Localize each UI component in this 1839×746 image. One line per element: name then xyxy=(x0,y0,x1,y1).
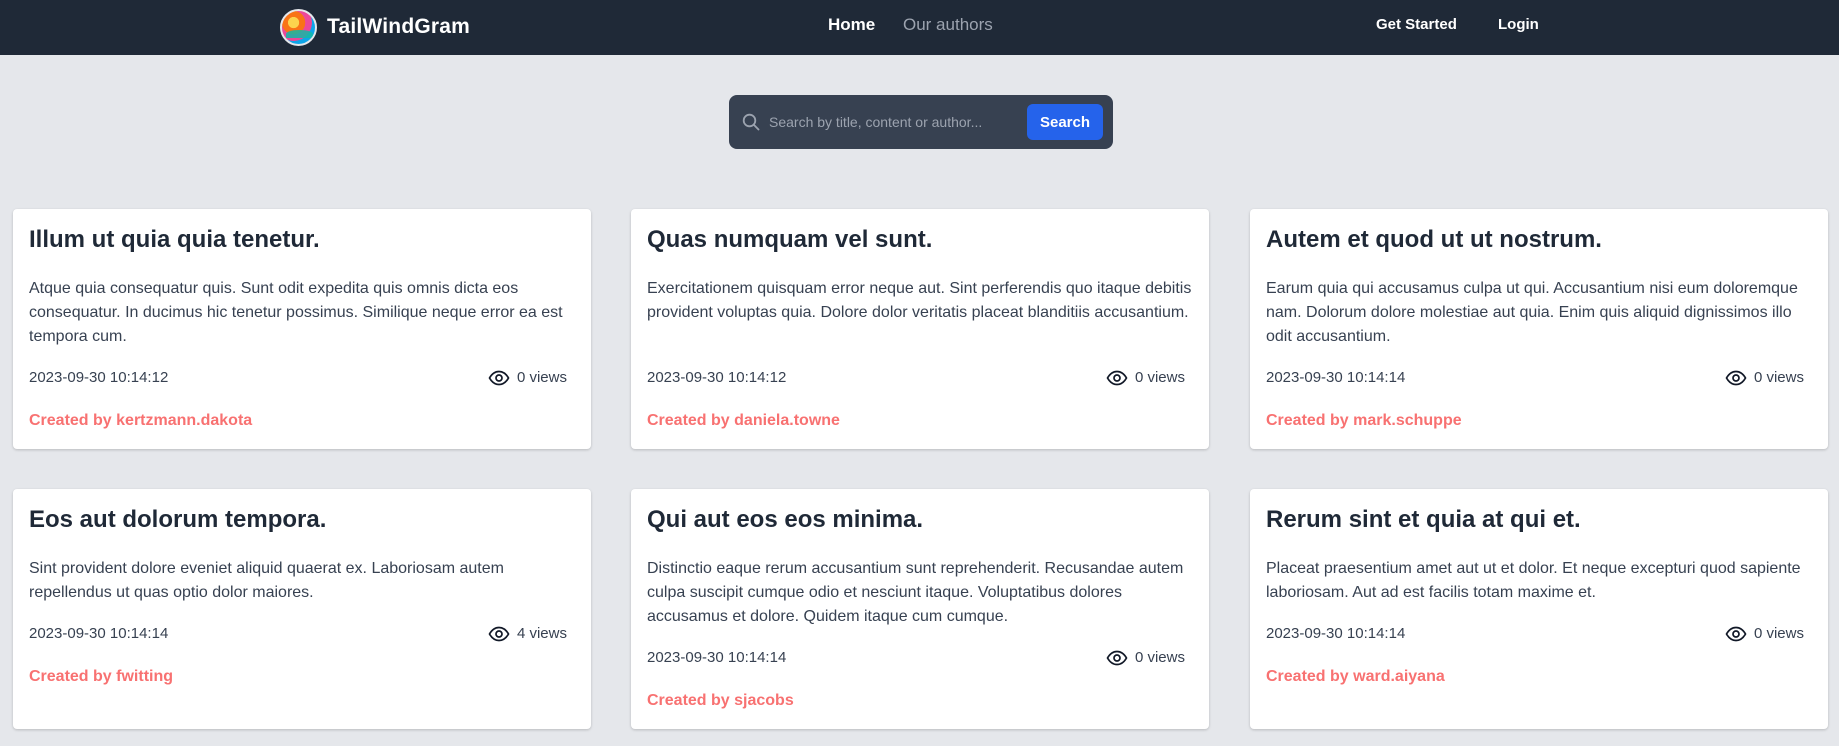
eye-icon xyxy=(1106,370,1128,386)
post-excerpt: Distinctio eaque rerum accusantium sunt … xyxy=(647,560,1184,625)
post-views: 0 views xyxy=(488,368,567,388)
search-bar: Search xyxy=(729,95,1113,149)
get-started-button[interactable]: Get Started xyxy=(1376,15,1457,35)
post-meta: 2023-09-30 10:14:14 0 views xyxy=(1266,368,1804,388)
post-card[interactable]: Eos aut dolorum tempora. Sint provident … xyxy=(13,489,591,729)
post-excerpt: Atque quia consequatur quis. Sunt odit e… xyxy=(29,280,563,345)
logo-icon xyxy=(280,8,317,46)
search-button[interactable]: Search xyxy=(1027,104,1103,140)
post-author[interactable]: Created by daniela.towne xyxy=(647,411,840,431)
post-excerpt: Earum quia qui accusamus culpa ut qui. A… xyxy=(1266,280,1798,345)
views-count: 0 views xyxy=(1134,649,1185,666)
post-date: 2023-09-30 10:14:14 xyxy=(1266,369,1406,386)
post-title[interactable]: Autem et quod ut ut nostrum. xyxy=(1266,225,1602,255)
post-meta: 2023-09-30 10:14:14 4 views xyxy=(29,624,567,644)
post-views: 4 views xyxy=(488,624,567,644)
views-count: 4 views xyxy=(516,625,567,642)
post-author[interactable]: Created by mark.schuppe xyxy=(1266,411,1462,431)
post-date: 2023-09-30 10:14:14 xyxy=(1266,625,1406,642)
post-meta: 2023-09-30 10:14:12 0 views xyxy=(647,368,1185,388)
post-views: 0 views xyxy=(1106,648,1185,668)
eye-icon xyxy=(488,626,510,642)
post-title[interactable]: Qui aut eos eos minima. xyxy=(647,505,923,535)
post-meta: 2023-09-30 10:14:14 0 views xyxy=(1266,624,1804,644)
post-date: 2023-09-30 10:14:14 xyxy=(29,625,169,642)
post-title[interactable]: Eos aut dolorum tempora. xyxy=(29,505,326,535)
brand-link[interactable]: TailWindGram xyxy=(280,8,470,46)
post-excerpt: Placeat praesentium amet aut ut et dolor… xyxy=(1266,560,1801,601)
post-author[interactable]: Created by ward.aiyana xyxy=(1266,667,1445,687)
login-button[interactable]: Login xyxy=(1498,15,1539,35)
views-count: 0 views xyxy=(1753,369,1804,386)
views-count: 0 views xyxy=(516,369,567,386)
eye-icon xyxy=(1725,626,1747,642)
post-meta: 2023-09-30 10:14:12 0 views xyxy=(29,368,567,388)
post-date: 2023-09-30 10:14:12 xyxy=(29,369,169,386)
post-card[interactable]: Qui aut eos eos minima. Distinctio eaque… xyxy=(631,489,1209,729)
post-card[interactable]: Illum ut quia quia tenetur. Atque quia c… xyxy=(13,209,591,449)
post-date: 2023-09-30 10:14:12 xyxy=(647,369,787,386)
search-input[interactable] xyxy=(769,107,1051,137)
nav-our-authors[interactable]: Our authors xyxy=(903,14,993,36)
post-excerpt: Sint provident dolore eveniet aliquid qu… xyxy=(29,560,504,601)
post-views: 0 views xyxy=(1725,624,1804,644)
post-title[interactable]: Illum ut quia quia tenetur. xyxy=(29,225,320,255)
eye-icon xyxy=(488,370,510,386)
post-date: 2023-09-30 10:14:14 xyxy=(647,649,787,666)
nav-home[interactable]: Home xyxy=(828,14,875,36)
post-views: 0 views xyxy=(1106,368,1185,388)
eye-icon xyxy=(1106,650,1128,666)
views-count: 0 views xyxy=(1753,625,1804,642)
navbar: TailWindGram Home Our authors Get Starte… xyxy=(0,0,1839,55)
search-icon xyxy=(742,113,760,131)
post-meta: 2023-09-30 10:14:14 0 views xyxy=(647,648,1185,668)
brand-name: TailWindGram xyxy=(327,15,471,38)
post-author[interactable]: Created by kertzmann.dakota xyxy=(29,411,252,431)
post-card[interactable]: Rerum sint et quia at qui et. Placeat pr… xyxy=(1250,489,1828,729)
post-title[interactable]: Quas numquam vel sunt. xyxy=(647,225,932,255)
eye-icon xyxy=(1725,370,1747,386)
post-card[interactable]: Quas numquam vel sunt. Exercitationem qu… xyxy=(631,209,1209,449)
post-title[interactable]: Rerum sint et quia at qui et. xyxy=(1266,505,1581,535)
post-excerpt: Exercitationem quisquam error neque aut.… xyxy=(647,280,1192,321)
post-author[interactable]: Created by fwitting xyxy=(29,667,173,687)
post-author[interactable]: Created by sjacobs xyxy=(647,691,794,711)
post-views: 0 views xyxy=(1725,368,1804,388)
views-count: 0 views xyxy=(1134,369,1185,386)
post-card[interactable]: Autem et quod ut ut nostrum. Earum quia … xyxy=(1250,209,1828,449)
